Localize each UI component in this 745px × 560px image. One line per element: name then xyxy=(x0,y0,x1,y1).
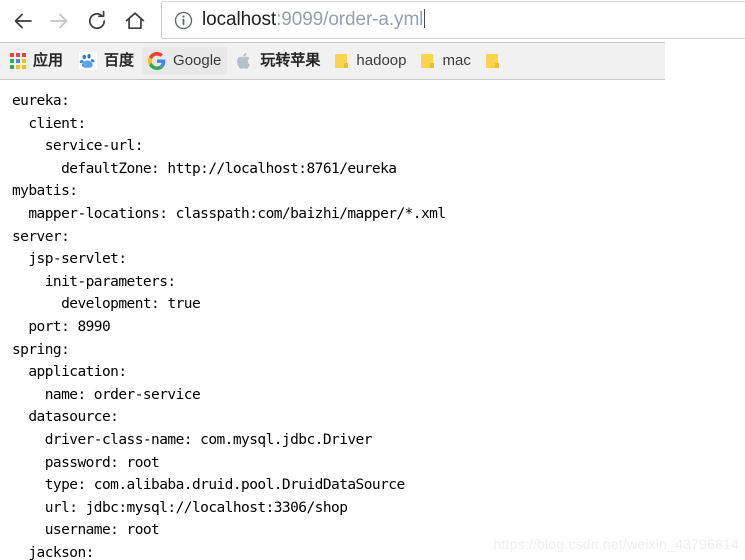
address-bar-url[interactable]: localhost:9099/order-a.yml xyxy=(202,9,426,30)
bookmarks-bar: 应用 百度 Google 玩转苹果 hadoop mac xyxy=(0,42,665,80)
folder-icon xyxy=(485,53,500,69)
browser-chrome: localhost:9099/order-a.yml 应用 百度 Google … xyxy=(0,0,745,82)
folder-icon xyxy=(420,53,435,69)
bookmark-label-wanzhuanpingguo: 玩转苹果 xyxy=(260,52,321,69)
bookmark-item-baidu[interactable]: 百度 xyxy=(73,47,140,75)
folder-icon xyxy=(334,53,349,69)
reload-button[interactable] xyxy=(80,4,114,38)
apple-icon xyxy=(237,53,251,69)
baidu-paw-icon xyxy=(79,52,98,70)
bookmark-item-google[interactable]: Google xyxy=(142,47,228,75)
forward-arrow-icon xyxy=(50,13,68,29)
address-bar[interactable]: localhost:9099/order-a.yml xyxy=(161,1,745,39)
apps-grid-icon xyxy=(10,53,26,69)
bookmark-item-mac[interactable]: mac xyxy=(414,47,476,75)
bookmark-label-hadoop: hadoop xyxy=(356,52,407,69)
bookmark-item-truncated[interactable] xyxy=(479,47,506,75)
home-button[interactable] xyxy=(118,4,152,38)
bookmark-label-google: Google xyxy=(173,52,222,69)
watermark-text: https://blog.csdn.net/weixin_43796814 xyxy=(493,536,739,552)
reload-icon xyxy=(89,10,106,30)
home-icon xyxy=(125,12,145,30)
back-button[interactable] xyxy=(6,4,40,38)
bookmark-item-hadoop[interactable]: hadoop xyxy=(328,47,412,75)
back-arrow-icon xyxy=(14,13,32,29)
bookmark-apps-shortcut[interactable]: 应用 xyxy=(0,47,71,75)
yaml-file-content: eureka: client: service-url: defaultZone… xyxy=(12,93,446,560)
info-circle-icon[interactable] xyxy=(174,11,193,30)
forward-button xyxy=(42,4,76,38)
text-caret xyxy=(424,9,426,28)
browser-toolbar: localhost:9099/order-a.yml xyxy=(0,0,745,42)
url-host: localhost xyxy=(202,9,277,30)
bookmark-label-mac: mac xyxy=(442,52,471,69)
bookmark-item-apple[interactable]: 玩转苹果 xyxy=(229,47,326,75)
bookmark-label-apps: 应用 xyxy=(33,52,64,69)
url-path: :9099/order-a.yml xyxy=(276,9,424,30)
page-viewport[interactable]: eureka: client: service-url: defaultZone… xyxy=(0,82,745,560)
google-g-icon xyxy=(148,52,166,70)
bookmark-label-baidu: 百度 xyxy=(104,52,135,69)
